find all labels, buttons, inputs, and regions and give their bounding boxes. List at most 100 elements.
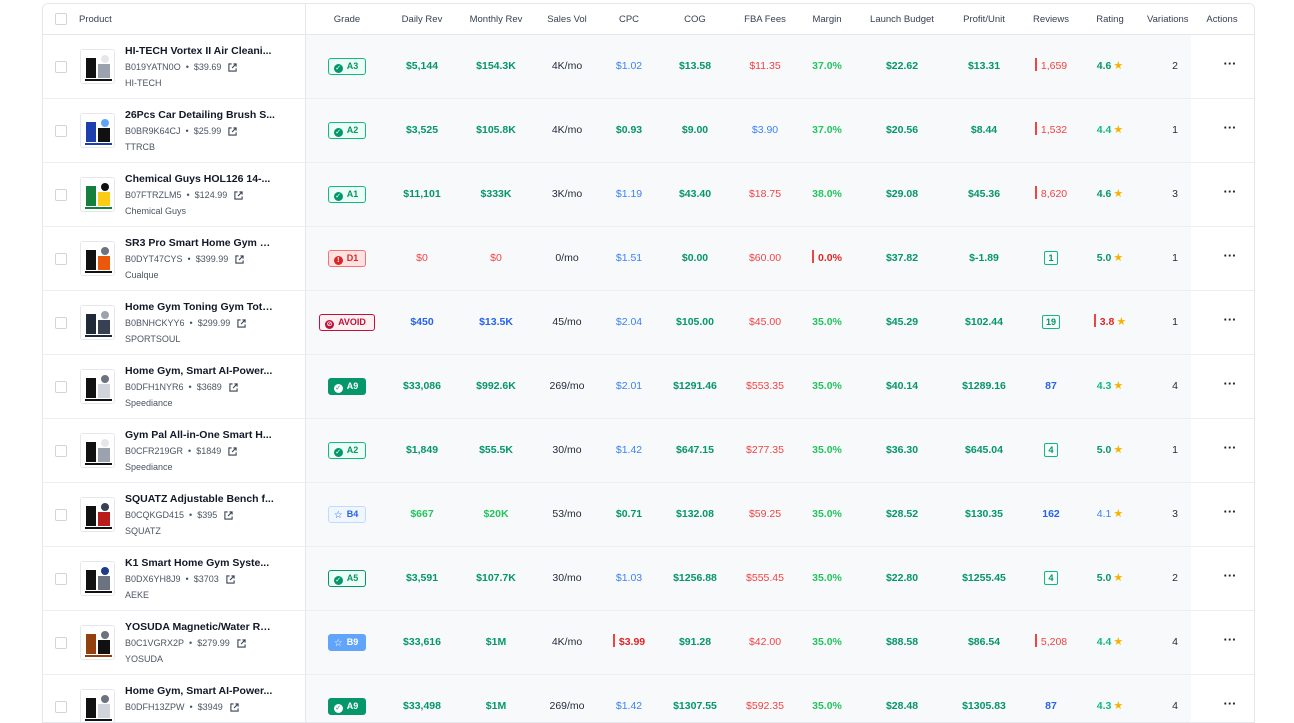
external-link-icon[interactable] [224, 511, 233, 522]
table-row[interactable]: K1 Smart Home Gym Syste... B0DX6YH8J9 • $37… [43, 547, 1254, 611]
external-link-icon[interactable] [235, 255, 244, 266]
more-actions-icon[interactable]: ··· [1207, 35, 1253, 98]
product-title[interactable]: Home Gym, Smart AI-Power... [125, 365, 275, 377]
sales-cell: 4K/mo [535, 99, 599, 162]
more-actions-icon[interactable]: ··· [1207, 547, 1253, 610]
row-checkbox[interactable] [55, 125, 67, 137]
col-cpc[interactable]: CPC [599, 4, 659, 35]
more-actions-icon[interactable]: ··· [1207, 483, 1253, 546]
cog-value: $105.00 [676, 316, 714, 328]
external-link-icon[interactable] [228, 63, 238, 74]
product-title[interactable]: YOSUDA Magnetic/Water Ro... [125, 621, 275, 633]
external-link-icon[interactable] [228, 127, 237, 138]
table-row[interactable]: Gym Pal All-in-One Smart H... B0CFR219GR •… [43, 419, 1254, 483]
cog-value: $132.08 [676, 508, 714, 520]
product-thumbnail[interactable] [80, 241, 115, 276]
table-row[interactable]: Home Gym Toning Gym Tota... B0BNHCKYY6 • $2… [43, 291, 1254, 355]
external-link-icon[interactable] [229, 383, 238, 394]
col-product[interactable]: Product [79, 4, 139, 35]
col-launch-budget[interactable]: Launch Budget [855, 4, 949, 35]
product-thumbnail[interactable] [80, 561, 115, 596]
col-grade[interactable]: Grade [307, 4, 387, 35]
col-profit-unit[interactable]: Profit/Unit [949, 4, 1019, 35]
table-row[interactable]: Home Gym, Smart AI-Power... B0DFH1NYR6 • $3… [43, 355, 1254, 419]
table-row[interactable]: 26Pcs Car Detailing Brush S... B0BR9K64CJ… [43, 99, 1254, 163]
product-thumbnail[interactable] [80, 369, 115, 404]
product-title[interactable]: Chemical Guys HOL126 14-... [125, 173, 275, 185]
row-checkbox[interactable] [55, 509, 67, 521]
product-thumbnail[interactable] [80, 177, 115, 212]
product-title[interactable]: 26Pcs Car Detailing Brush S... [125, 109, 275, 121]
table-row[interactable]: SQUATZ Adjustable Bench f... B0CQKGD415 • $… [43, 483, 1254, 547]
product-thumbnail[interactable] [80, 305, 115, 340]
external-link-icon[interactable] [226, 575, 235, 586]
more-actions-icon[interactable]: ··· [1207, 227, 1253, 290]
product-thumbnail[interactable] [80, 113, 115, 148]
col-monthly-rev[interactable]: Monthly Rev [457, 4, 535, 35]
rating-cell: 4.4 ★ [1083, 99, 1137, 162]
col-rating[interactable]: Rating [1083, 4, 1137, 35]
col-sales-vol[interactable]: Sales Vol [535, 4, 599, 35]
product-title[interactable]: HI-TECH Vortex II Air Cleani... [125, 45, 275, 57]
more-actions-icon[interactable]: ··· [1207, 611, 1253, 674]
variations-value: 3 [1172, 508, 1178, 520]
reviews-value: 1,659 [1040, 60, 1068, 72]
external-link-icon[interactable] [234, 191, 243, 202]
more-actions-icon[interactable]: ··· [1207, 675, 1253, 722]
more-actions-icon[interactable]: ··· [1207, 291, 1253, 354]
star-icon: ★ [1113, 636, 1124, 648]
more-actions-icon[interactable]: ··· [1207, 163, 1253, 226]
more-actions-icon[interactable]: ··· [1207, 355, 1253, 418]
table-row[interactable]: SR3 Pro Smart Home Gym E... B0DYT47CYS • $3… [43, 227, 1254, 291]
row-checkbox[interactable] [55, 573, 67, 585]
row-checkbox[interactable] [55, 61, 67, 73]
product-title[interactable]: SR3 Pro Smart Home Gym E... [125, 237, 275, 249]
external-link-icon[interactable] [230, 703, 239, 714]
star-icon: ★ [1113, 252, 1124, 264]
col-daily-rev[interactable]: Daily Rev [387, 4, 457, 35]
row-checkbox[interactable] [55, 317, 67, 329]
row-checkbox[interactable] [55, 381, 67, 393]
table-row[interactable]: Home Gym, Smart AI-Power... B0DFH13ZPW • $3… [43, 675, 1254, 722]
grade-badge: ⊘ AVOID [319, 313, 375, 331]
grade-cell: ⊘ AVOID [307, 291, 387, 354]
col-fba-fees[interactable]: FBA Fees [731, 4, 799, 35]
col-margin[interactable]: Margin [799, 4, 855, 35]
rating-value: 5.0 [1096, 572, 1112, 584]
row-checkbox[interactable] [55, 701, 67, 713]
external-link-icon[interactable] [228, 447, 237, 458]
monthly-cell: $105.8K [457, 99, 535, 162]
row-checkbox[interactable] [55, 189, 67, 201]
more-actions-icon[interactable]: ··· [1207, 99, 1253, 162]
product-title[interactable]: Home Gym, Smart AI-Power... [125, 685, 275, 697]
product-title[interactable]: K1 Smart Home Gym Syste... [125, 557, 275, 569]
table-row[interactable]: Chemical Guys HOL126 14-... B07FTRZLM5 • $1… [43, 163, 1254, 227]
launch-value: $88.58 [885, 636, 919, 648]
col-reviews[interactable]: Reviews [1019, 4, 1083, 35]
col-variations[interactable]: Variations [1147, 4, 1191, 35]
launch-cell: $22.80 [855, 547, 949, 610]
price: $124.99 [194, 190, 228, 200]
product-title[interactable]: SQUATZ Adjustable Bench f... [125, 493, 275, 505]
col-actions: Actions [1206, 14, 1238, 25]
product-thumbnail[interactable] [80, 497, 115, 532]
product-thumbnail[interactable] [80, 689, 115, 722]
product-thumbnail[interactable] [80, 625, 115, 660]
product-title[interactable]: Gym Pal All-in-One Smart H... [125, 429, 275, 441]
product-thumbnail[interactable] [80, 49, 115, 84]
external-link-icon[interactable] [237, 639, 246, 650]
row-checkbox[interactable] [55, 253, 67, 265]
row-checkbox[interactable] [55, 445, 67, 457]
select-all-checkbox[interactable] [55, 13, 67, 25]
product-thumbnail[interactable] [80, 433, 115, 468]
row-checkbox[interactable] [55, 637, 67, 649]
profit-value: $1255.45 [962, 572, 1006, 584]
col-cog[interactable]: COG [659, 4, 731, 35]
cog-cell: $647.15 [659, 419, 731, 482]
product-title[interactable]: Home Gym Toning Gym Tota... [125, 301, 275, 313]
external-link-icon[interactable] [237, 319, 246, 330]
table-row[interactable]: YOSUDA Magnetic/Water Ro... B0C1VGRX2P • $2… [43, 611, 1254, 675]
profit-value: $645.04 [965, 444, 1003, 456]
table-row[interactable]: HI-TECH Vortex II Air Cleani... B019YATN0… [43, 35, 1254, 99]
more-actions-icon[interactable]: ··· [1207, 419, 1253, 482]
